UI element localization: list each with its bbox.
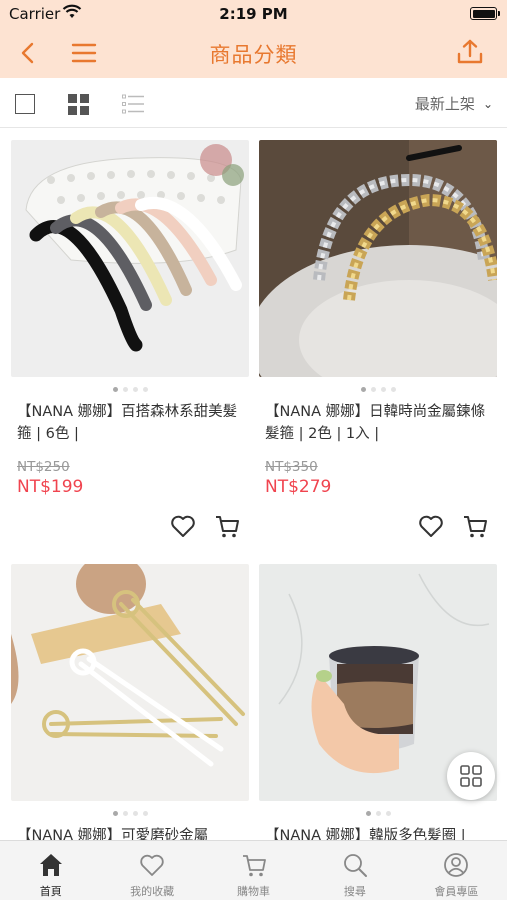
product-card[interactable]: 【NANA 娜娜】韓版多色髮圈 | bbox=[259, 564, 497, 840]
bottom-tab-bar: 首頁 我的收藏 購物車 搜尋 會員專區 bbox=[0, 840, 507, 900]
grid-icon bbox=[460, 765, 482, 787]
add-to-cart-icon[interactable] bbox=[213, 512, 241, 540]
original-price: NT$250 bbox=[17, 459, 70, 475]
chevron-down-icon: ⌄ bbox=[482, 97, 493, 111]
tab-home[interactable]: 首頁 bbox=[0, 841, 101, 900]
tab-label: 購物車 bbox=[237, 885, 271, 898]
tab-label: 會員專區 bbox=[434, 885, 479, 898]
image-pager bbox=[259, 801, 497, 825]
image-pager bbox=[11, 377, 249, 401]
list-view-icon[interactable] bbox=[122, 94, 144, 114]
category-grid-button[interactable] bbox=[447, 752, 495, 800]
favorite-heart-icon[interactable] bbox=[169, 512, 197, 540]
product-name[interactable]: 【NANA 娜娜】日韓時尚金屬鍊條髮箍 | 2色 | 1入 | bbox=[259, 401, 497, 449]
sort-label: 最新上架 bbox=[414, 95, 475, 113]
tab-label: 我的收藏 bbox=[130, 885, 175, 898]
heart-icon bbox=[140, 854, 164, 876]
sort-dropdown[interactable]: 最新上架 ⌄ bbox=[415, 93, 493, 114]
battery-icon bbox=[470, 7, 500, 20]
share-icon[interactable] bbox=[455, 37, 485, 67]
view-toolbar: 最新上架 ⌄ bbox=[0, 78, 507, 128]
product-name[interactable]: 【NANA 娜娜】可愛磨砂金屬 bbox=[11, 825, 249, 840]
status-bar: Carrier 2:19 PM bbox=[0, 0, 507, 28]
product-card[interactable]: 【NANA 娜娜】可愛磨砂金屬 bbox=[11, 564, 249, 840]
original-price: NT$350 bbox=[265, 459, 318, 475]
search-icon bbox=[344, 854, 367, 877]
user-icon bbox=[444, 853, 469, 877]
tab-label: 搜尋 bbox=[343, 885, 366, 898]
clock: 2:19 PM bbox=[219, 5, 288, 23]
favorite-heart-icon[interactable] bbox=[417, 512, 445, 540]
product-image[interactable] bbox=[11, 140, 249, 377]
tab-favorites[interactable]: 我的收藏 bbox=[101, 841, 202, 900]
home-icon bbox=[39, 854, 62, 876]
product-name[interactable]: 【NANA 娜娜】韓版多色髮圈 | bbox=[259, 825, 497, 840]
product-card[interactable]: 【NANA 娜娜】日韓時尚金屬鍊條髮箍 | 2色 | 1入 | NT$350 N… bbox=[259, 140, 497, 538]
cart-icon bbox=[242, 855, 266, 877]
tab-member[interactable]: 會員專區 bbox=[406, 841, 507, 900]
image-pager bbox=[259, 377, 497, 401]
sale-price: NT$279 bbox=[265, 477, 332, 497]
product-card[interactable]: 【NANA 娜娜】百搭森林系甜美髮箍 | 6色 | NT$250 NT$199 bbox=[11, 140, 249, 538]
tab-search[interactable]: 搜尋 bbox=[304, 841, 405, 900]
sale-price: NT$199 bbox=[17, 477, 84, 497]
single-view-icon[interactable] bbox=[15, 94, 35, 114]
image-pager bbox=[11, 801, 249, 825]
add-to-cart-icon[interactable] bbox=[461, 512, 489, 540]
tab-label: 首頁 bbox=[39, 885, 62, 898]
product-grid: 【NANA 娜娜】百搭森林系甜美髮箍 | 6色 | NT$250 NT$199 … bbox=[0, 128, 507, 840]
tab-cart[interactable]: 購物車 bbox=[203, 841, 304, 900]
page-title: 商品分類 bbox=[209, 43, 298, 67]
product-image[interactable] bbox=[259, 140, 497, 377]
grid-view-icon[interactable] bbox=[68, 94, 89, 115]
product-name[interactable]: 【NANA 娜娜】百搭森林系甜美髮箍 | 6色 | bbox=[11, 401, 249, 449]
product-image[interactable] bbox=[11, 564, 249, 801]
nav-bar: 商品分類 bbox=[0, 28, 507, 78]
